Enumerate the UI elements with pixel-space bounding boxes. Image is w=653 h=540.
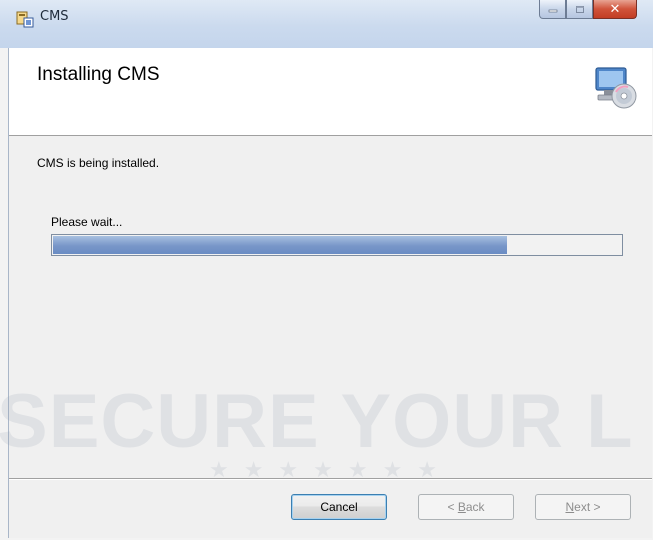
header-banner: Installing CMS [9,48,652,136]
minimize-button[interactable] [539,0,566,19]
back-button-rest: ack [465,500,485,514]
footer-separator [9,478,652,480]
progress-bar-fill [53,236,507,254]
install-disc-icon [595,67,637,109]
page-title: Installing CMS [37,64,160,85]
window-title: CMS [40,9,69,24]
background-watermark: SECURE YOUR L [0,379,634,464]
caption-buttons: ✕ [539,0,637,19]
next-button-rest: ext > [574,500,601,514]
close-button[interactable]: ✕ [593,0,637,19]
install-status-text: CMS is being installed. [37,156,160,170]
back-button-accelerator: B [457,500,466,514]
installer-app-icon [16,11,34,28]
maximize-button[interactable] [566,0,593,19]
installer-content: Installing CMS CMS is being installed. P… [0,48,652,538]
installer-window: CMS ✕ Installing CMS CMS is being instal… [0,0,653,540]
next-button-accelerator: N [565,500,575,514]
install-progress-bar [51,234,623,256]
back-button[interactable]: < Back [418,494,514,520]
back-button-prefix: < [447,500,458,514]
next-button[interactable]: Next > [535,494,631,520]
title-bar[interactable]: CMS ✕ [0,0,653,48]
minimize-icon [548,9,557,13]
cancel-button[interactable]: Cancel [291,494,387,520]
maximize-icon [575,5,584,13]
please-wait-label: Please wait... [51,215,123,229]
close-icon: ✕ [609,1,621,17]
cancel-button-label: Cancel [320,500,358,514]
